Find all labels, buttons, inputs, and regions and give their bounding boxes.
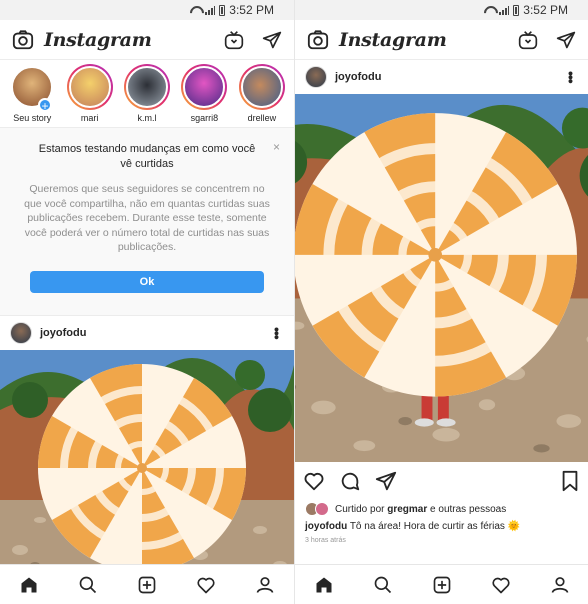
post-username[interactable]: joyofodu <box>335 71 381 83</box>
comment-icon[interactable] <box>339 470 361 492</box>
story-item[interactable]: drellew <box>236 64 288 127</box>
likes-summary[interactable]: Curtido por gregmar e outras pessoas <box>295 500 588 518</box>
post-actions <box>295 462 588 500</box>
avatar[interactable] <box>305 66 327 88</box>
story-name: mari <box>80 113 99 123</box>
story-item[interactable]: k.m.l <box>121 64 173 127</box>
story-name: drellew <box>247 113 277 123</box>
story-item[interactable]: mari <box>63 64 115 127</box>
camera-icon[interactable] <box>307 29 329 51</box>
close-icon[interactable]: × <box>273 140 280 154</box>
add-story-icon[interactable]: + <box>38 98 52 112</box>
more-options-icon[interactable]: ••• <box>269 327 285 339</box>
avatar <box>315 502 329 516</box>
avatar <box>68 66 111 108</box>
status-time: 3:52 PM <box>523 3 568 17</box>
story-name: sgarri8 <box>190 113 219 123</box>
heart-icon[interactable] <box>196 575 216 595</box>
status-bar: 3:52 PM <box>0 0 294 20</box>
story-item[interactable]: sgarri8 <box>178 64 230 127</box>
more-options-icon[interactable]: ••• <box>563 71 579 83</box>
home-icon[interactable] <box>19 575 39 595</box>
new-post-icon[interactable] <box>432 575 452 595</box>
phone-right: 3:52 PM Instagram joyofodu ••• Curtido p… <box>294 0 588 604</box>
likes-user[interactable]: gregmar <box>387 504 427 515</box>
caption-text: Tô na área! Hora de curtir as férias 🌞 <box>349 521 521 532</box>
home-icon[interactable] <box>314 575 334 595</box>
bottom-nav <box>0 564 294 604</box>
share-icon[interactable] <box>375 470 397 492</box>
photo-image <box>0 350 294 570</box>
battery-icon <box>219 4 226 16</box>
status-bar: 3:52 PM <box>295 0 588 20</box>
liker-avatars <box>305 502 329 516</box>
signal-icon <box>205 5 216 15</box>
post-time: 3 horas atrás <box>305 537 346 544</box>
phone-left: 3:52 PM Instagram Seu story mari k.m.l s… <box>0 0 294 604</box>
search-icon[interactable] <box>373 575 393 595</box>
caption-username[interactable]: joyofodu <box>305 521 347 532</box>
avatar <box>126 66 169 108</box>
new-post-icon[interactable] <box>137 575 157 595</box>
wifi-icon <box>484 6 495 15</box>
avatar[interactable] <box>10 322 32 344</box>
post-caption: joyofodu Tô na área! Hora de curtir as f… <box>295 518 588 532</box>
camera-icon[interactable] <box>12 29 34 51</box>
signal-icon <box>499 5 510 15</box>
likes-prefix: Curtido por <box>335 503 385 515</box>
top-bar: Instagram <box>295 20 588 60</box>
profile-icon[interactable] <box>550 575 570 595</box>
post-photo[interactable] <box>0 350 294 570</box>
direct-message-icon[interactable] <box>262 30 282 50</box>
top-bar: Instagram <box>0 20 294 60</box>
status-time: 3:52 PM <box>229 3 274 17</box>
wifi-icon <box>190 6 201 15</box>
app-logo: Instagram <box>44 28 152 51</box>
search-icon[interactable] <box>78 575 98 595</box>
story-name: Seu story <box>13 113 52 123</box>
bottom-nav <box>295 564 588 604</box>
likes-suffix: e outras pessoas <box>430 503 507 515</box>
notice-title: Estamos testando mudanças em como você v… <box>38 143 256 170</box>
bookmark-icon[interactable] <box>560 470 580 492</box>
like-heart-icon[interactable] <box>303 470 325 492</box>
direct-message-icon[interactable] <box>556 30 576 50</box>
stories-tray: Seu story mari k.m.l sgarri8 drellew <box>0 60 294 128</box>
post-header: joyofodu ••• <box>0 316 294 350</box>
avatar <box>240 66 283 108</box>
profile-icon[interactable] <box>255 575 275 595</box>
story-name: k.m.l <box>137 113 157 123</box>
battery-icon <box>513 4 520 16</box>
igtv-icon[interactable] <box>518 30 538 50</box>
story-own[interactable]: Seu story <box>6 64 58 127</box>
likes-test-notice: × Estamos testando mudanças em como você… <box>0 128 294 316</box>
heart-icon[interactable] <box>491 575 511 595</box>
app-logo: Instagram <box>339 28 447 51</box>
ok-button[interactable]: Ok <box>30 270 264 293</box>
avatar <box>183 66 226 108</box>
igtv-icon[interactable] <box>224 30 244 50</box>
notice-body: Queremos que seus seguidores se concentr… <box>24 183 270 253</box>
post-photo[interactable] <box>295 94 588 462</box>
post-username[interactable]: joyofodu <box>40 327 86 339</box>
post-header: joyofodu ••• <box>295 60 588 94</box>
photo-image <box>295 94 588 462</box>
